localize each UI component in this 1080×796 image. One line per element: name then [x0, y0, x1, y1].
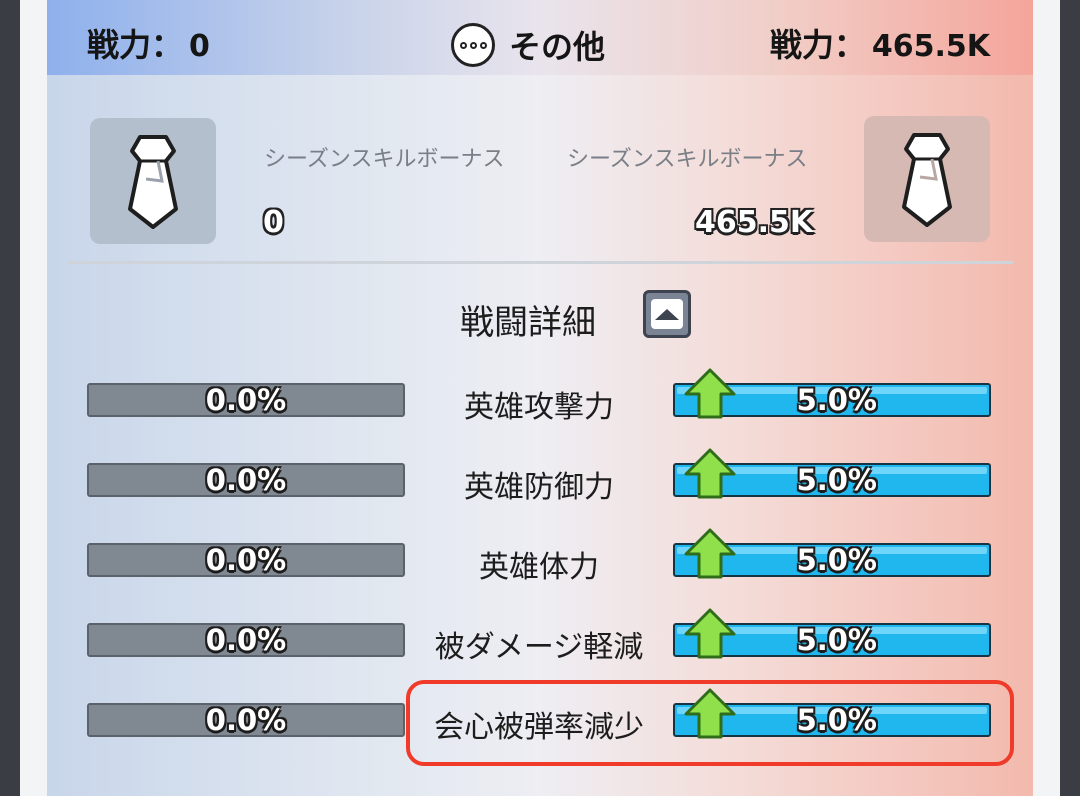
left-bonus-label: シーズンスキルボーナス — [264, 147, 505, 172]
up-arrow-icon — [684, 368, 736, 419]
left-stat-value: 0.0% — [205, 383, 287, 417]
stat-label: 被ダメージ軽減 — [434, 630, 644, 665]
left-stat-bar: 0.0% — [87, 543, 405, 577]
left-stat-value: 0.0% — [205, 463, 287, 497]
left-bonus-value: 0 — [263, 205, 284, 240]
left-power-value: 0 — [189, 29, 210, 64]
collapse-up-icon — [651, 299, 683, 329]
up-arrow-icon — [684, 528, 736, 579]
left-stat-value: 0.0% — [205, 623, 287, 657]
left-stat-bar: 0.0% — [87, 623, 405, 657]
battle-details-title: 戦闘詳細 — [460, 303, 596, 343]
right-bonus-label: シーズンスキルボーナス — [567, 147, 808, 172]
right-bonus-value: 465.5K — [695, 205, 814, 240]
left-skill-icon-box — [90, 118, 216, 244]
right-stat-value: 5.0% — [796, 383, 877, 417]
left-stat-bar: 0.0% — [87, 383, 405, 417]
right-power: 戦力： 465.5K — [770, 20, 990, 66]
right-stat-value: 5.0% — [796, 703, 877, 737]
stat-label: 英雄体力 — [479, 550, 599, 585]
left-stat-value: 0.0% — [205, 543, 287, 577]
stat-label: 英雄攻撃力 — [464, 390, 614, 425]
divider — [67, 261, 1013, 264]
collapse-details-button[interactable] — [643, 290, 691, 338]
up-arrow-icon — [684, 448, 736, 499]
left-stat-bar: 0.0% — [87, 703, 405, 737]
up-arrow-icon — [684, 608, 736, 659]
right-power-value: 465.5K — [871, 29, 990, 64]
right-stat-value: 5.0% — [796, 463, 877, 497]
header-bar: 戦力： 0 その他 戦力： 465.5K — [47, 0, 1033, 75]
up-arrow-icon — [684, 688, 736, 739]
stat-label: 英雄防御力 — [464, 470, 614, 505]
left-stat-value: 0.0% — [205, 703, 287, 737]
stat-row-attack: 0.0% 英雄攻撃力 5.0% — [47, 368, 1033, 426]
right-power-label: 戦力： — [769, 26, 866, 64]
necktie-icon — [128, 135, 178, 229]
left-stat-bar: 0.0% — [87, 463, 405, 497]
right-stat-value: 5.0% — [796, 543, 877, 577]
left-power-label: 戦力： — [87, 26, 184, 64]
left-power: 戦力： 0 — [87, 20, 210, 66]
stat-row-defense: 0.0% 英雄防御力 5.0% — [47, 448, 1033, 506]
comparison-panel: 戦力： 0 その他 戦力： 465.5K シーズンスキルボーナス 0 シーズンスキル… — [47, 0, 1033, 796]
other-tab[interactable]: その他 — [451, 20, 605, 70]
other-label: その他 — [509, 28, 606, 66]
right-stat-value: 5.0% — [796, 623, 877, 657]
stat-row-hp: 0.0% 英雄体力 5.0% — [47, 528, 1033, 586]
right-skill-icon-box — [864, 116, 990, 242]
more-dots-icon — [451, 23, 495, 67]
necktie-icon — [902, 133, 952, 227]
stat-row-damage-reduction: 0.0% 被ダメージ軽減 5.0% — [47, 608, 1033, 666]
